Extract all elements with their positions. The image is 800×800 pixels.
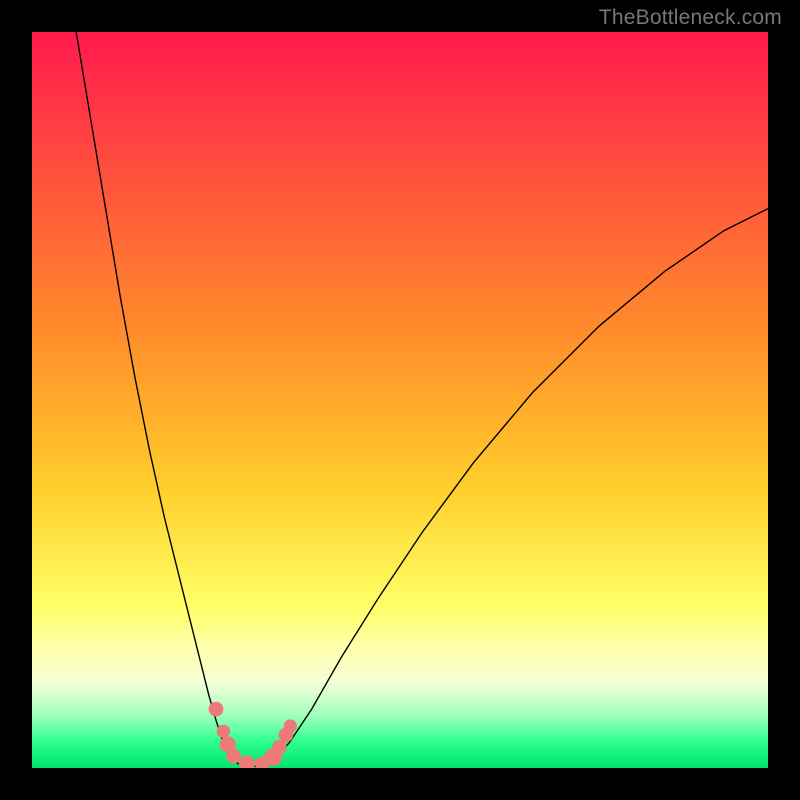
data-marker bbox=[226, 749, 241, 764]
data-marker bbox=[272, 740, 287, 755]
data-markers bbox=[209, 702, 297, 768]
watermark-text: TheBottleneck.com bbox=[599, 6, 782, 30]
curve-layer bbox=[32, 32, 768, 768]
data-marker bbox=[239, 755, 255, 768]
curve-right bbox=[275, 209, 768, 760]
data-marker bbox=[217, 725, 230, 738]
chart-frame: TheBottleneck.com bbox=[0, 0, 800, 800]
data-marker bbox=[284, 719, 297, 732]
curve-left bbox=[76, 32, 231, 759]
plot-area bbox=[32, 32, 768, 768]
data-marker bbox=[209, 702, 224, 717]
